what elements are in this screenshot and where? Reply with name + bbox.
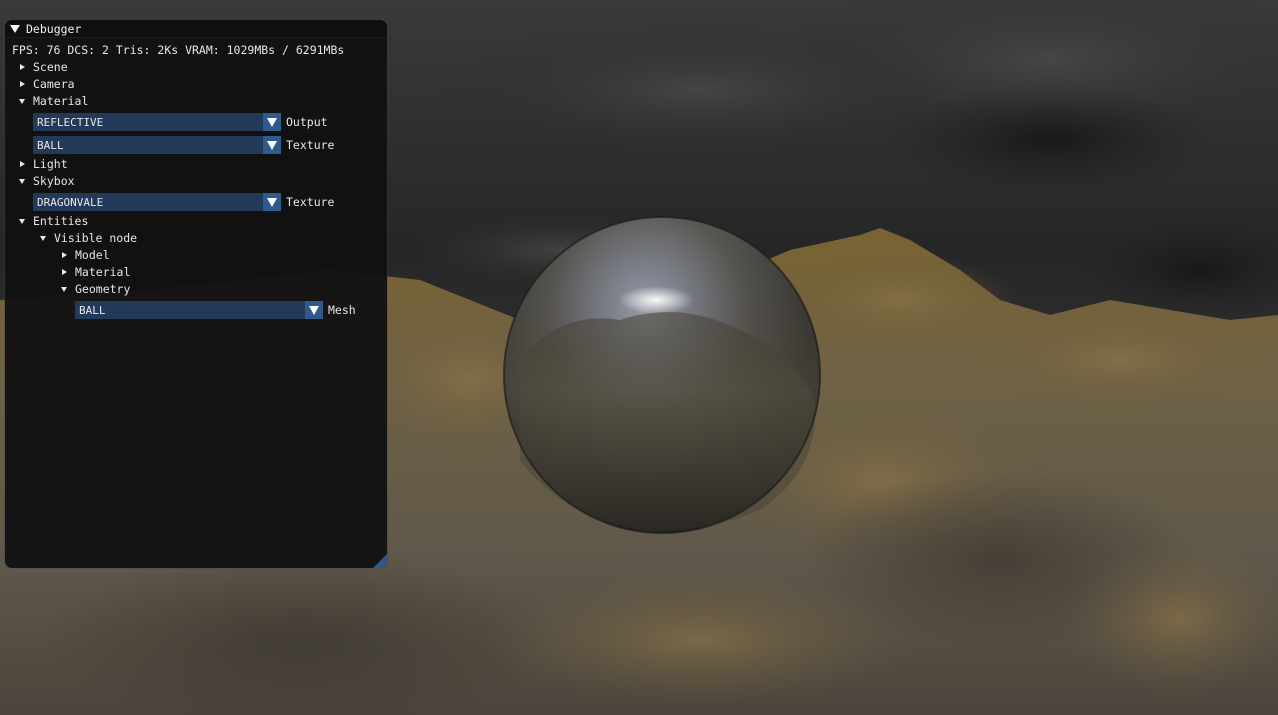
geometry-mesh-combo[interactable]: BALL Mesh [75, 301, 356, 319]
dropdown-arrow-icon [267, 197, 277, 207]
skybox-texture-combo[interactable]: DRAGONVALE Texture [33, 193, 334, 211]
stats-text: FPS: 76 DCS: 2 Tris: 2Ks VRAM: 1029MBs /… [12, 43, 345, 57]
tree-node-material[interactable]: Material [19, 93, 88, 109]
dropdown-arrow-icon [267, 140, 277, 150]
resize-grip-icon[interactable] [373, 554, 387, 568]
debugger-window[interactable]: Debugger FPS: 76 DCS: 2 Tris: 2Ks VRAM: … [5, 20, 387, 568]
render-viewport[interactable]: Debugger FPS: 76 DCS: 2 Tris: 2Ks VRAM: … [0, 0, 1278, 715]
material-texture-combo[interactable]: BALL Texture [33, 136, 334, 154]
combo-box[interactable]: REFLECTIVE [33, 113, 281, 131]
combo-label: Texture [286, 138, 335, 152]
dropdown-arrow-icon [309, 305, 319, 315]
combo-label: Output [286, 115, 328, 129]
collapse-window-icon[interactable] [10, 24, 20, 33]
combo-box[interactable]: DRAGONVALE [33, 193, 281, 211]
tree-node-camera[interactable]: Camera [19, 76, 75, 92]
tree-node-label: Material [33, 94, 89, 108]
tree-node-label: Geometry [75, 282, 131, 296]
tree-node-model[interactable]: Model [61, 247, 110, 263]
tree-node-label: Material [75, 265, 131, 279]
material-output-combo[interactable]: REFLECTIVE Output [33, 113, 328, 131]
combo-box[interactable]: BALL [75, 301, 323, 319]
triangle-right-icon [20, 81, 25, 87]
combo-box[interactable]: BALL [33, 136, 281, 154]
triangle-right-icon [62, 252, 67, 258]
tree-node-light[interactable]: Light [19, 156, 68, 172]
combo-value: REFLECTIVE [37, 115, 104, 129]
tree-node-entity-material[interactable]: Material [61, 264, 130, 280]
tree-node-label: Light [33, 157, 68, 171]
triangle-down-icon [19, 98, 25, 104]
dropdown-arrow-icon [267, 117, 277, 127]
tree-node-label: Scene [33, 60, 68, 74]
triangle-down-icon [61, 286, 67, 292]
debugger-title-bar[interactable]: Debugger [5, 20, 387, 38]
tree-node-label: Skybox [33, 174, 75, 188]
combo-button[interactable] [263, 113, 281, 131]
triangle-right-icon [20, 161, 25, 167]
triangle-right-icon [62, 269, 67, 275]
combo-button[interactable] [263, 136, 281, 154]
tree-node-skybox[interactable]: Skybox [19, 173, 75, 189]
combo-label: Texture [286, 195, 335, 209]
combo-button[interactable] [263, 193, 281, 211]
combo-button[interactable] [305, 301, 323, 319]
combo-value: BALL [37, 138, 64, 152]
tree-node-label: Camera [33, 77, 75, 91]
tree-node-geometry[interactable]: Geometry [61, 281, 130, 297]
tree-node-label: Entities [33, 214, 89, 228]
tree-node-scene[interactable]: Scene [19, 59, 68, 75]
tree-node-label: Visible node [54, 231, 138, 245]
triangle-right-icon [20, 64, 25, 70]
tree-node-entities[interactable]: Entities [19, 213, 88, 229]
window-title: Debugger [26, 21, 82, 36]
tree-node-visible-node[interactable]: Visible node [40, 230, 137, 246]
tree-node-label: Model [75, 248, 110, 262]
combo-label: Mesh [328, 303, 356, 317]
triangle-down-icon [40, 235, 46, 241]
triangle-down-icon [19, 218, 25, 224]
triangle-down-icon [19, 178, 25, 184]
combo-value: DRAGONVALE [37, 195, 104, 209]
combo-value: BALL [79, 303, 106, 317]
